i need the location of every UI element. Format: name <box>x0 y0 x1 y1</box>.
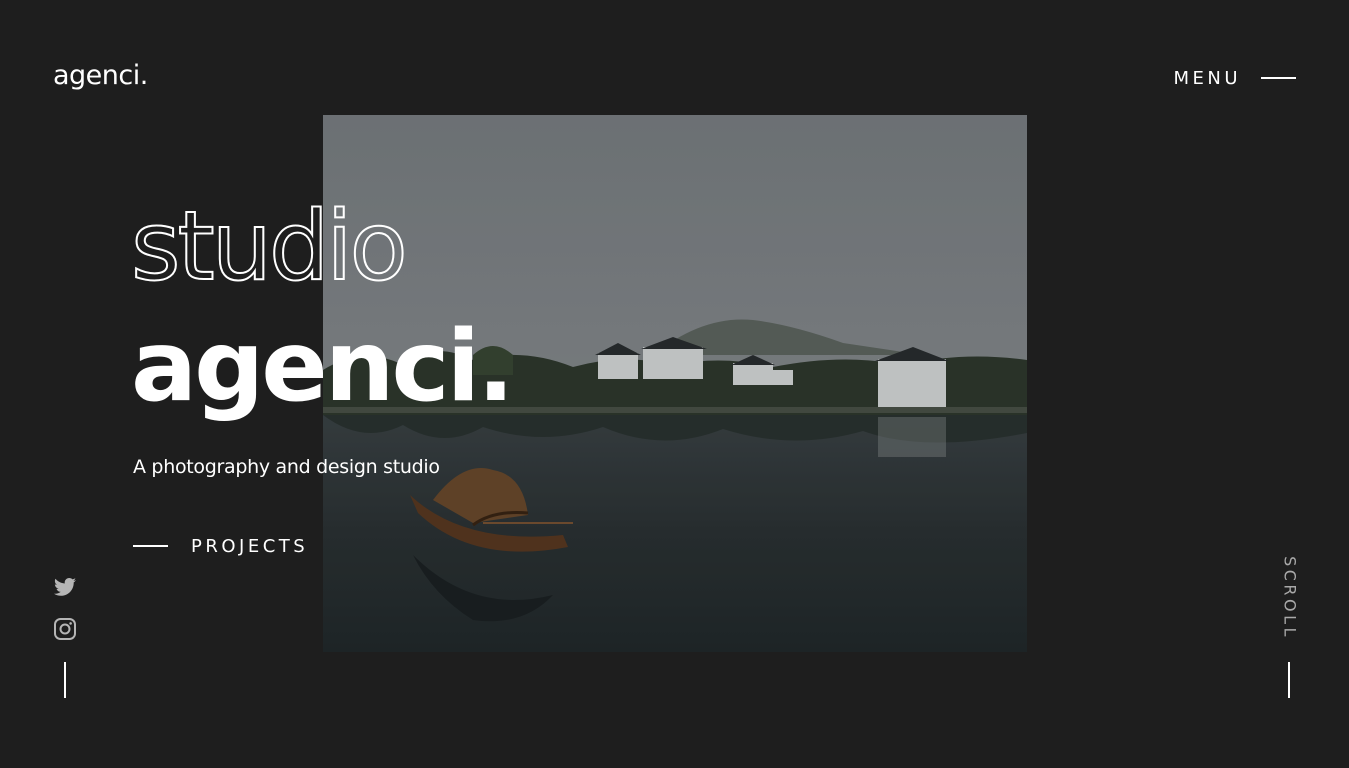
scroll-line <box>1288 662 1290 698</box>
hero-title: agenci. <box>131 310 514 424</box>
projects-link[interactable]: PROJECTS <box>133 535 308 557</box>
menu-button[interactable]: MENU <box>1173 66 1296 90</box>
scroll-indicator[interactable]: SCROLL <box>1278 551 1302 645</box>
twitter-icon[interactable] <box>53 575 77 599</box>
menu-label: MENU <box>1173 67 1241 89</box>
projects-label: PROJECTS <box>191 535 309 557</box>
instagram-icon[interactable] <box>53 617 77 641</box>
hero-tagline: A photography and design studio <box>133 456 440 478</box>
scroll-label: SCROLL <box>1280 556 1300 640</box>
left-divider <box>64 662 66 698</box>
logo[interactable]: agenci. <box>53 60 148 91</box>
menu-line-icon <box>1261 77 1296 79</box>
projects-line-icon <box>133 545 168 547</box>
hero-outline-word: studio <box>130 192 409 302</box>
